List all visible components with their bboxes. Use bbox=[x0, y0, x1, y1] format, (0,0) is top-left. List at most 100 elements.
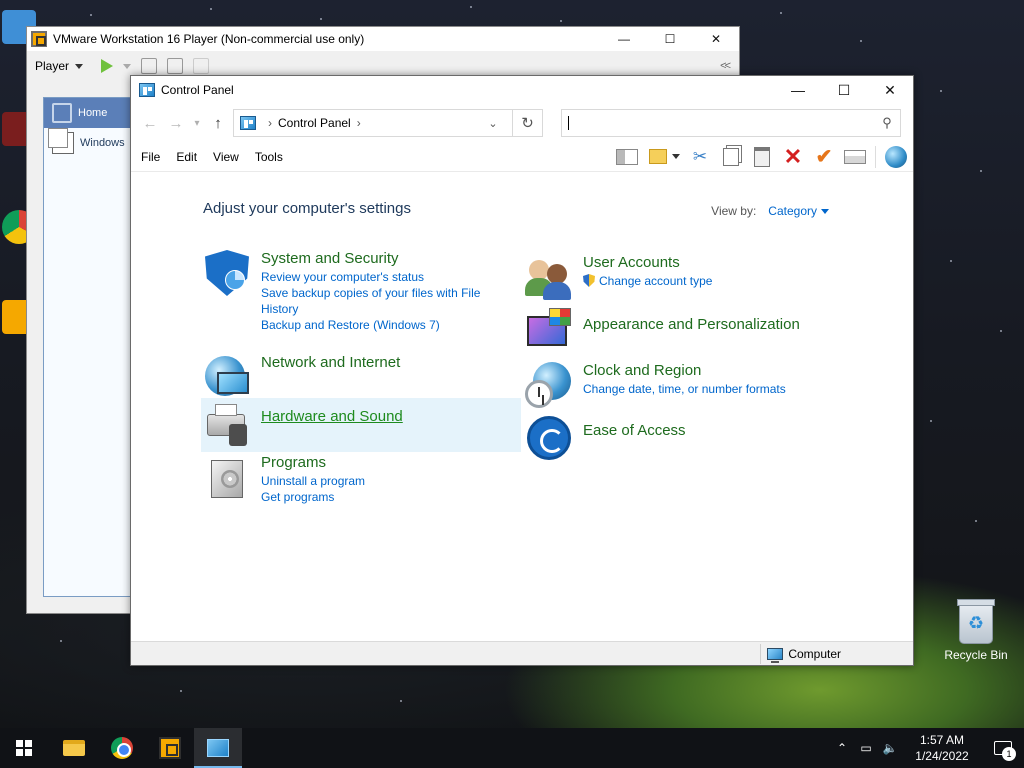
vmware-title: VMware Workstation 16 Player (Non-commer… bbox=[53, 32, 365, 46]
taskbar-vmware[interactable] bbox=[146, 728, 194, 768]
system-tray: ⌃ ▭ 🔈 1:57 AM 1/24/2022 1 bbox=[830, 728, 1024, 768]
taskbar-clock[interactable]: 1:57 AM 1/24/2022 bbox=[902, 732, 982, 764]
category-title[interactable]: Clock and Region bbox=[583, 362, 786, 379]
search-icon[interactable]: ⚲ bbox=[874, 115, 900, 131]
taskbar-chrome[interactable] bbox=[98, 728, 146, 768]
control-panel-window[interactable]: Control Panel — ☐ ✕ ← → ▾ ↑ › Control Pa… bbox=[130, 75, 914, 666]
vmware-minimize-button[interactable]: — bbox=[601, 32, 647, 46]
view-by-dropdown[interactable]: Category bbox=[768, 204, 829, 218]
minimize-button[interactable]: — bbox=[775, 76, 821, 104]
library-item-label: Windows bbox=[80, 137, 125, 149]
address-row: ← → ▾ ↑ › Control Panel › ⌄ ↻ ⚲ bbox=[131, 104, 913, 142]
paste-button[interactable] bbox=[751, 146, 773, 168]
scissors-icon: ✂ bbox=[692, 146, 708, 166]
pane-icon bbox=[616, 148, 638, 165]
notification-center-button[interactable]: 1 bbox=[982, 741, 1024, 761]
category-appearance-and-personalization[interactable]: Appearance and Personalization bbox=[525, 308, 845, 356]
network-icon[interactable]: ▭ bbox=[854, 741, 878, 755]
organize-button[interactable] bbox=[647, 146, 669, 168]
link-backup-restore[interactable]: Backup and Restore (Windows 7) bbox=[261, 317, 491, 333]
back-arrow-icon[interactable]: ← bbox=[139, 115, 161, 132]
category-network-and-internet[interactable]: Network and Internet bbox=[203, 354, 503, 402]
properties-button[interactable] bbox=[844, 146, 866, 168]
up-arrow-icon[interactable]: ↑ bbox=[207, 115, 229, 132]
status-computer-label: Computer bbox=[788, 646, 841, 661]
taskbar-control-panel[interactable] bbox=[194, 728, 242, 768]
fullscreen-icon[interactable] bbox=[167, 58, 184, 74]
delete-button[interactable]: ✕ bbox=[782, 144, 804, 169]
category-title[interactable]: Programs bbox=[261, 454, 365, 471]
recycle-bin[interactable]: Recycle Bin bbox=[944, 599, 1008, 662]
internet-button[interactable] bbox=[885, 145, 907, 168]
category-ease-of-access[interactable]: Ease of Access bbox=[525, 414, 845, 462]
category-title[interactable]: Network and Internet bbox=[261, 354, 400, 371]
cut-button[interactable]: ✂ bbox=[689, 146, 711, 168]
link-get-programs[interactable]: Get programs bbox=[261, 489, 365, 505]
link-change-date-time-formats[interactable]: Change date, time, or number formats bbox=[583, 381, 786, 397]
chevron-down-icon[interactable] bbox=[672, 154, 680, 159]
library-item-home[interactable]: Home bbox=[44, 98, 132, 128]
page-title: Adjust your computer's settings bbox=[203, 200, 411, 217]
unity-icon[interactable] bbox=[193, 58, 210, 74]
recent-locations-chevron-icon[interactable]: ▾ bbox=[191, 118, 203, 129]
menu-view[interactable]: View bbox=[205, 150, 247, 164]
start-button[interactable] bbox=[0, 728, 48, 768]
breadcrumb-separator-icon[interactable]: › bbox=[357, 116, 361, 130]
chevron-up-icon[interactable]: ⌃ bbox=[830, 741, 854, 755]
category-user-accounts[interactable]: User Accounts Change account type bbox=[525, 254, 845, 302]
taskbar-file-explorer[interactable] bbox=[50, 728, 98, 768]
menu-tools[interactable]: Tools bbox=[247, 150, 291, 164]
computer-icon bbox=[767, 647, 784, 663]
category-title[interactable]: Appearance and Personalization bbox=[583, 316, 800, 333]
player-menu-label: Player bbox=[35, 59, 70, 73]
library-item-windows[interactable]: Windows bbox=[44, 128, 132, 158]
rename-button[interactable]: ✔ bbox=[813, 146, 835, 168]
refresh-icon[interactable]: ↻ bbox=[512, 110, 542, 136]
clock-date: 1/24/2022 bbox=[915, 749, 969, 763]
vmware-close-button[interactable]: ✕ bbox=[693, 32, 739, 46]
menu-file[interactable]: File bbox=[133, 150, 168, 164]
volume-muted-icon[interactable]: 🔈 bbox=[878, 741, 902, 755]
forward-arrow-icon[interactable]: → bbox=[165, 115, 187, 132]
breadcrumb-separator-icon[interactable]: › bbox=[268, 116, 272, 130]
link-change-account-type[interactable]: Change account type bbox=[583, 273, 712, 289]
menu-edit[interactable]: Edit bbox=[168, 150, 205, 164]
view-by: View by: Category bbox=[711, 204, 829, 218]
home-icon bbox=[52, 103, 72, 123]
category-hardware-and-sound[interactable]: Hardware and Sound bbox=[201, 398, 521, 452]
maximize-button[interactable]: ☐ bbox=[821, 76, 867, 104]
chevron-down-icon bbox=[821, 208, 829, 214]
control-panel-icon bbox=[240, 116, 256, 130]
search-input[interactable] bbox=[569, 116, 874, 130]
category-programs[interactable]: Programs Uninstall a program Get program… bbox=[203, 454, 503, 505]
appearance-icon bbox=[525, 308, 573, 356]
search-box[interactable]: ⚲ bbox=[561, 109, 901, 137]
clipboard-icon bbox=[754, 146, 770, 167]
copy-button[interactable] bbox=[720, 146, 742, 168]
chevron-down-icon[interactable]: ⌄ bbox=[480, 117, 506, 130]
vmware-icon bbox=[159, 737, 181, 759]
chevron-down-icon[interactable] bbox=[123, 63, 132, 69]
link-review-status[interactable]: Review your computer's status bbox=[261, 269, 491, 285]
category-clock-and-region[interactable]: Clock and Region Change date, time, or n… bbox=[525, 362, 845, 410]
play-icon[interactable] bbox=[101, 59, 114, 73]
link-file-history[interactable]: Save backup copies of your files with Fi… bbox=[261, 285, 491, 317]
send-ctrl-alt-del-icon[interactable] bbox=[141, 58, 158, 74]
category-title[interactable]: User Accounts bbox=[583, 254, 712, 271]
link-uninstall-program[interactable]: Uninstall a program bbox=[261, 473, 365, 489]
control-panel-titlebar[interactable]: Control Panel — ☐ ✕ bbox=[131, 76, 913, 104]
collapse-library-button[interactable]: << bbox=[720, 60, 731, 72]
preview-pane-button[interactable] bbox=[616, 146, 638, 168]
vmware-maximize-button[interactable]: ☐ bbox=[647, 32, 693, 46]
category-title[interactable]: Hardware and Sound bbox=[261, 408, 403, 425]
address-bar[interactable]: › Control Panel › ⌄ ↻ bbox=[233, 109, 543, 137]
category-title[interactable]: System and Security bbox=[261, 250, 491, 267]
properties-icon bbox=[844, 149, 866, 164]
vm-icon bbox=[48, 128, 74, 154]
category-title[interactable]: Ease of Access bbox=[583, 422, 686, 439]
vmware-titlebar[interactable]: VMware Workstation 16 Player (Non-commer… bbox=[27, 27, 739, 51]
close-button[interactable]: ✕ bbox=[867, 76, 913, 104]
breadcrumb-control-panel[interactable]: Control Panel bbox=[278, 116, 351, 130]
player-menu-button[interactable]: Player bbox=[35, 59, 84, 73]
category-system-and-security[interactable]: System and Security Review your computer… bbox=[203, 250, 503, 333]
